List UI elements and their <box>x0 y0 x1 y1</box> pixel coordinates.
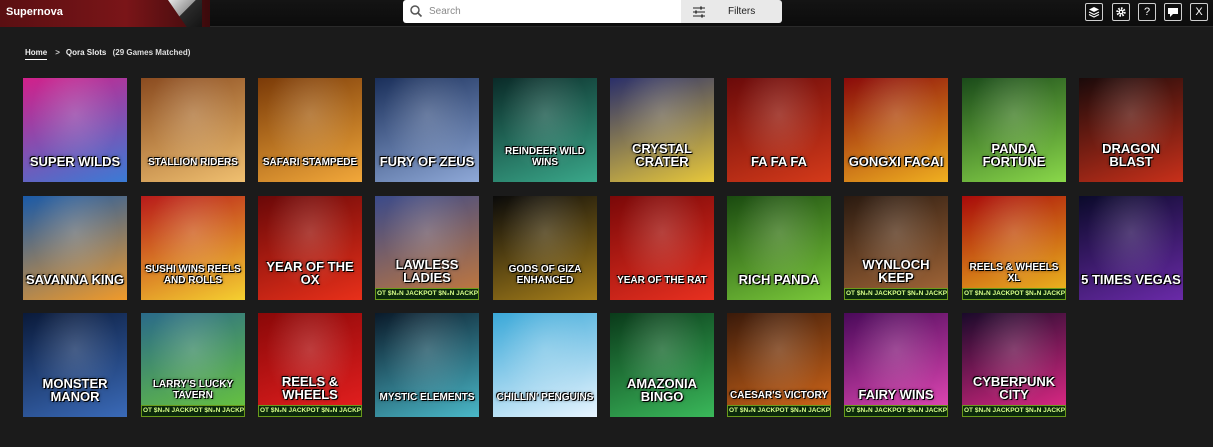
search-icon <box>410 5 423 18</box>
game-title: 5 Times Vegas <box>1081 272 1181 287</box>
game-tile[interactable]: Cyberpunk City OT $N₂N JACKPOT $N₂N JACKP… <box>962 313 1066 417</box>
game-tile[interactable]: Reels & Wheels XL OT $N₂N JACKPOT $N₂N JA… <box>962 196 1066 300</box>
game-tile[interactable]: Chillin' Penguins <box>493 313 597 417</box>
breadcrumb-current: Qora Slots <box>65 48 107 57</box>
game-tile[interactable]: Monster Manor <box>23 313 127 417</box>
game-tile[interactable]: Gongxi Facai <box>844 78 948 182</box>
game-tile[interactable]: Sushi Wins Reels and Rolls <box>141 196 245 300</box>
game-title: Panda Fortune <box>982 141 1046 169</box>
game-title: Dragon Blast <box>1102 141 1160 169</box>
settings-button[interactable] <box>1112 3 1130 21</box>
breadcrumb-home-link[interactable]: Home <box>25 48 48 60</box>
game-tile[interactable]: Stallion Riders <box>141 78 245 182</box>
jackpot-ticker: OT $N₂N JACKPOT $N₂N JACKPOT $N₂N JACK <box>962 288 1066 300</box>
game-title: Super Wilds <box>29 154 121 169</box>
game-title: Gongxi Facai <box>848 154 944 169</box>
breadcrumb-separator: > <box>55 48 60 57</box>
help-icon: ? <box>1143 6 1151 18</box>
game-tile[interactable]: Amazonia Bingo <box>610 313 714 417</box>
game-title: Year of the Ox <box>266 259 354 287</box>
page-curl-decoration <box>168 0 202 27</box>
game-tile[interactable]: Safari Stampede <box>258 78 362 182</box>
game-tile[interactable]: Fury of Zeus <box>375 78 479 182</box>
game-tile[interactable]: Caesar's Victory OT $N₂N JACKPOT $N₂N JAC… <box>727 313 831 417</box>
game-tile[interactable]: Gods of Giza Enhanced <box>493 196 597 300</box>
game-title: Cyberpunk City <box>972 374 1056 402</box>
game-tile[interactable]: Dragon Blast <box>1079 78 1183 182</box>
game-title: Safari Stampede <box>262 157 358 168</box>
filters-button[interactable]: Filters <box>681 0 782 23</box>
chat-button[interactable] <box>1164 3 1182 21</box>
brand-name: Supernova <box>6 6 63 18</box>
jackpot-ticker: OT $N₂N JACKPOT $N₂N JACKPOT $N₂N JACK <box>844 405 948 417</box>
search-box <box>403 0 681 23</box>
game-tile[interactable]: Fairy Wins OT $N₂N JACKPOT $N₂N JACKPOT $… <box>844 313 948 417</box>
sliders-icon <box>693 6 705 18</box>
game-tile[interactable]: Reels & Wheels OT $N₂N JACKPOT $N₂N JACKP… <box>258 313 362 417</box>
game-title: Mystic Elements <box>379 392 475 403</box>
gear-icon <box>1116 7 1126 17</box>
game-tile[interactable]: Crystal Crater <box>610 78 714 182</box>
breadcrumb: Home > Qora Slots (29 Games Matched) <box>25 48 191 60</box>
jackpot-ticker: OT $N₂N JACKPOT $N₂N JACKPOT $N₂N JACK <box>375 288 479 300</box>
game-tile[interactable]: Panda Fortune <box>962 78 1066 182</box>
game-title: Stallion Riders <box>148 157 238 168</box>
help-button[interactable]: ? <box>1138 3 1156 21</box>
game-tile[interactable]: Year of the Rat <box>610 196 714 300</box>
game-tile[interactable]: Year of the Ox <box>258 196 362 300</box>
game-tile[interactable]: Super Wilds <box>23 78 127 182</box>
game-title: Gods of Giza Enhanced <box>508 264 582 286</box>
game-title: Reels & Wheels XL <box>969 262 1059 284</box>
game-tile[interactable]: Savanna King <box>23 196 127 300</box>
game-title: Larry's Lucky Tavern <box>152 379 234 401</box>
layers-button[interactable] <box>1085 3 1103 21</box>
game-tile[interactable]: Lawless Ladies OT $N₂N JACKPOT $N₂N JACKP… <box>375 196 479 300</box>
top-bar: Supernova Filters <box>0 0 1213 27</box>
jackpot-ticker: OT $N₂N JACKPOT $N₂N JACKPOT $N₂N JACK <box>727 405 831 417</box>
game-title: Fa Fa Fa <box>750 154 808 169</box>
game-tile[interactable]: 5 Times Vegas <box>1079 196 1183 300</box>
game-title: Year of the Rat <box>617 275 707 286</box>
game-title: Caesar's Victory <box>730 390 828 401</box>
game-title: Amazonia Bingo <box>626 376 698 404</box>
game-title: Wynloch Keep <box>862 257 930 285</box>
chat-icon <box>1168 8 1178 17</box>
search-input[interactable] <box>425 2 675 21</box>
close-button[interactable]: X <box>1190 3 1208 21</box>
jackpot-ticker: OT $N₂N JACKPOT $N₂N JACKPOT $N₂N JACK <box>141 405 245 417</box>
game-tile[interactable]: Reindeer Wild Wins <box>493 78 597 182</box>
jackpot-ticker: OT $N₂N JACKPOT $N₂N JACKPOT $N₂N JACK <box>844 288 948 300</box>
game-tile[interactable]: Wynloch Keep OT $N₂N JACKPOT $N₂N JACKPOT… <box>844 196 948 300</box>
game-tile[interactable]: Mystic Elements <box>375 313 479 417</box>
close-icon: X <box>1195 6 1203 18</box>
jackpot-ticker: OT $N₂N JACKPOT $N₂N JACKPOT $N₂N JACK <box>258 405 362 417</box>
game-title: Reindeer Wild Wins <box>505 146 585 168</box>
game-title: Chillin' Penguins <box>496 392 594 403</box>
game-tile[interactable]: Rich Panda <box>727 196 831 300</box>
game-thumbnail <box>727 313 831 417</box>
game-tile[interactable]: Larry's Lucky Tavern OT $N₂N JACKPOT $N₂N… <box>141 313 245 417</box>
game-title: Fairy Wins <box>858 387 934 402</box>
game-title: Crystal Crater <box>632 141 692 169</box>
layers-icon <box>1088 7 1100 18</box>
game-title: Fury of Zeus <box>379 154 475 169</box>
games-matched-count: (29 Games Matched) <box>112 48 191 57</box>
game-title: Lawless Ladies <box>395 257 459 285</box>
game-thumbnail <box>962 196 1066 300</box>
game-title: Rich Panda <box>738 272 820 287</box>
filters-label: Filters <box>728 6 756 17</box>
game-title: Monster Manor <box>42 376 108 404</box>
brand-banner: Supernova <box>0 0 210 27</box>
game-title: Sushi Wins Reels and Rolls <box>145 264 241 286</box>
game-title: Savanna King <box>26 272 124 287</box>
game-title: Reels & Wheels <box>281 374 339 402</box>
game-thumbnail <box>141 313 245 417</box>
game-tile[interactable]: Fa Fa Fa <box>727 78 831 182</box>
jackpot-ticker: OT $N₂N JACKPOT $N₂N JACKPOT $N₂N JACK <box>962 405 1066 417</box>
